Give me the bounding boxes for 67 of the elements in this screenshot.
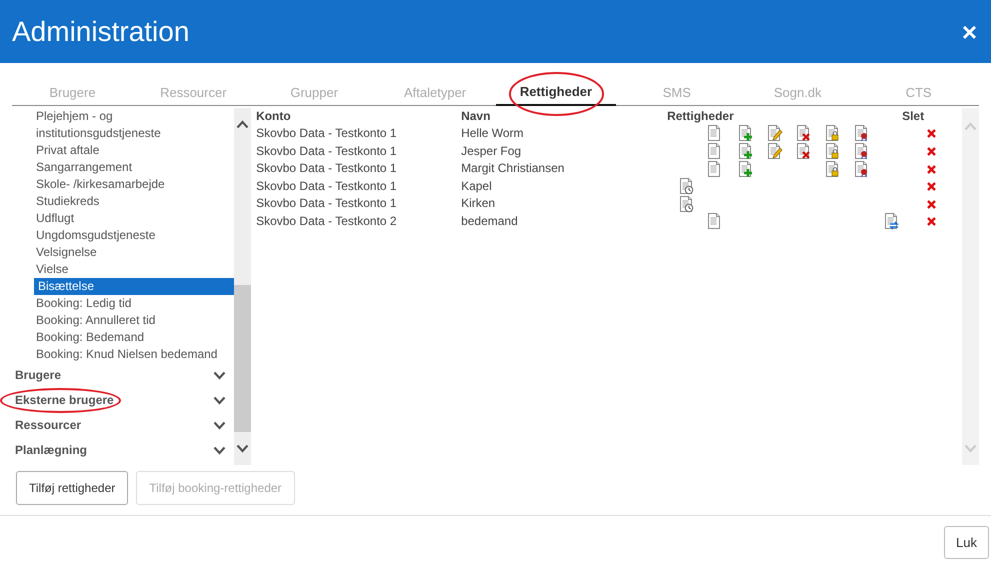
document-lock-icon[interactable] xyxy=(825,125,842,142)
sidebar-item[interactable]: Booking: Bedemand xyxy=(12,328,234,346)
chevron-down-icon[interactable] xyxy=(213,396,226,404)
delete-icon[interactable] xyxy=(927,164,936,174)
document-delete-icon[interactable] xyxy=(796,142,812,160)
sidebar-item[interactable]: Skole- /kirkesamarbejde xyxy=(12,176,234,192)
document-lock-icon[interactable] xyxy=(825,160,842,178)
sidebar-section[interactable]: Brugere xyxy=(12,362,234,388)
table-cell-text: Skovbo Data - Testkonto 2 xyxy=(256,213,398,230)
document-edit-icon[interactable] xyxy=(767,125,784,142)
sidebar-item[interactable]: Plejehjem - og institutionsgudstjeneste xyxy=(12,108,182,142)
scroll-down-icon[interactable] xyxy=(236,444,250,452)
table-cell-text: Skovbo Data - Testkonto 1 xyxy=(256,195,398,212)
sidebar-item[interactable]: Bisættelse xyxy=(34,278,234,294)
sidebar-item[interactable]: Vielse xyxy=(12,260,234,278)
table-cell-text: Jesper Fog xyxy=(461,142,522,160)
table-cell-text: Kirken xyxy=(461,195,496,212)
sidebar-item[interactable]: Booking: Ledig tid xyxy=(12,294,234,312)
document-add-icon[interactable] xyxy=(738,160,754,178)
delete-icon[interactable] xyxy=(927,200,936,209)
table-cell-text: Skovbo Data - Testkonto 1 xyxy=(256,125,398,142)
table-cell-text: Kapel xyxy=(461,178,493,195)
table-cell-text: bedemand xyxy=(461,213,519,230)
column-header: Navn xyxy=(461,108,492,124)
sidebar-item[interactable]: Sangarrangement xyxy=(12,158,234,176)
window-title: Administration xyxy=(12,14,190,48)
sidebar-item[interactable]: Booking: Knud Nielsen bedemand xyxy=(12,346,234,362)
table-cell-text: Skovbo Data - Testkonto 1 xyxy=(256,178,398,195)
delete-icon[interactable] xyxy=(927,146,936,156)
sidebar-item[interactable]: Udflugt xyxy=(12,210,234,226)
sidebar-section[interactable]: Planlægning xyxy=(12,438,234,462)
close-button[interactable]: Luk xyxy=(944,526,989,559)
document-lock-icon[interactable] xyxy=(825,142,842,160)
document-clock-icon[interactable] xyxy=(679,196,696,213)
sidebar-item[interactable]: Ungdomsgudstjeneste xyxy=(12,226,234,244)
column-header: Rettigheder xyxy=(667,108,735,125)
table-cell-text: Margit Christiansen xyxy=(461,160,566,178)
sidebar-section[interactable]: Ressourcer xyxy=(12,412,234,438)
document-delete-icon[interactable] xyxy=(796,125,812,142)
scrollbar[interactable] xyxy=(234,108,252,464)
delete-icon[interactable] xyxy=(927,182,936,192)
delete-icon[interactable] xyxy=(927,129,936,138)
sidebar-item[interactable]: Velsignelse xyxy=(12,244,234,260)
add-button[interactable]: Tilføj rettigheder xyxy=(16,470,128,504)
scroll-up-icon[interactable] xyxy=(236,120,250,128)
document-add-icon[interactable] xyxy=(738,142,754,160)
document-sync-icon[interactable] xyxy=(884,213,900,230)
sidebar-section[interactable]: Eksterne brugere xyxy=(12,388,234,412)
chevron-down-icon[interactable] xyxy=(213,446,226,454)
chevron-down-icon[interactable] xyxy=(213,420,226,430)
table-cell-text: Helle Worm xyxy=(461,125,525,142)
sidebar-item[interactable]: Booking: Annulleret tid xyxy=(12,312,234,328)
sidebar-item[interactable]: Privat aftale xyxy=(12,142,234,158)
sidebar-item[interactable]: Studiekreds xyxy=(12,192,234,210)
table-cell-text: Skovbo Data - Testkonto 1 xyxy=(256,160,398,178)
delete-icon[interactable] xyxy=(927,217,936,226)
chevron-down-icon[interactable] xyxy=(213,370,226,380)
tab[interactable]: Rettigheder xyxy=(496,81,616,106)
document-clock-icon[interactable] xyxy=(679,178,696,196)
table-cell-text: Skovbo Data - Testkonto 1 xyxy=(256,142,398,160)
column-header: Konto xyxy=(256,108,292,124)
document-edit-icon[interactable] xyxy=(767,142,784,160)
column-header: Slet xyxy=(902,108,926,124)
close-button[interactable]: × xyxy=(960,18,979,44)
add-button: Tilføj booking-rettigheder xyxy=(136,470,295,504)
scrollbar-thumb[interactable] xyxy=(234,284,252,432)
document-add-icon[interactable] xyxy=(738,125,754,142)
